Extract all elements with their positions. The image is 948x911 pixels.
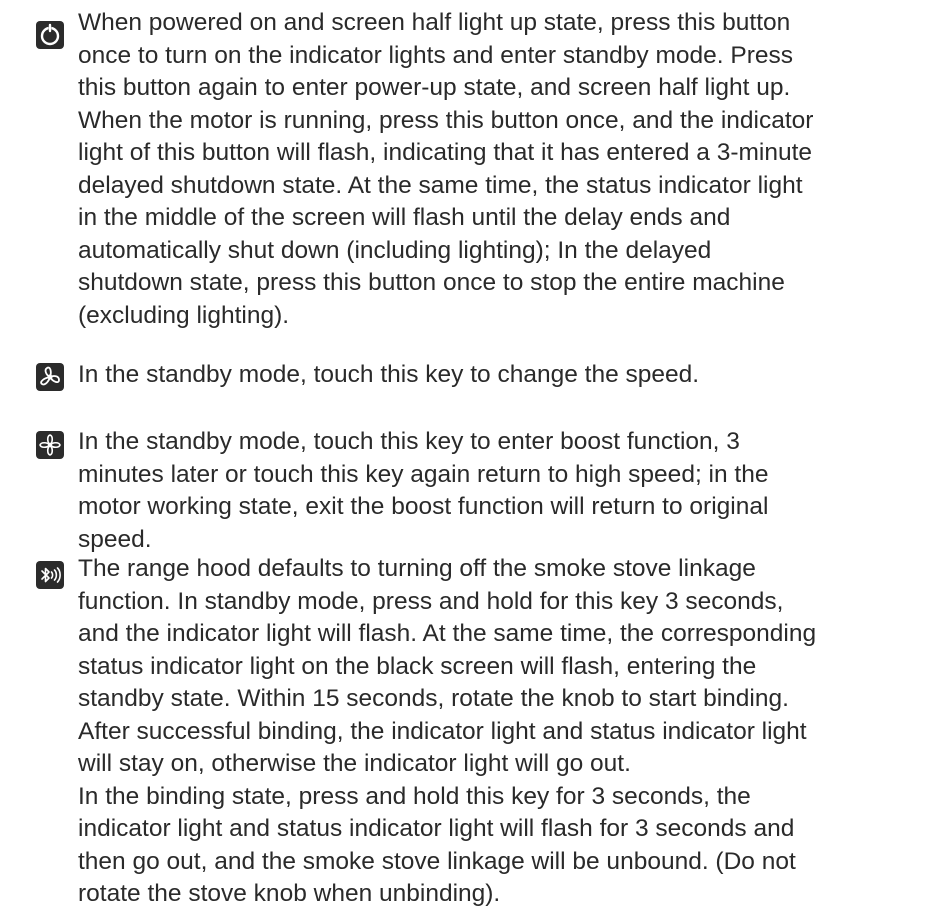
text-line: will stay on, otherwise the indicator li… [78,750,631,777]
text-line: When powered on and screen half light up… [78,9,791,36]
text-line: When the motor is running, press this bu… [78,106,814,134]
text-line: motor working state, exit the boost func… [78,493,769,520]
bluetooth-linkage-icon [36,561,64,589]
text-line: and the indicator light will flash. At t… [78,620,817,647]
text-line: shutdown state, press this button once t… [78,269,785,296]
text-line: minutes later or touch this key again re… [78,460,769,488]
text-line: standby state. Within 15 seconds, rotate… [78,685,789,712]
text-line: indicator light and status indicator lig… [78,815,795,842]
boost-fan-icon [36,431,64,459]
text-line: In the standby mode, touch this key to e… [78,428,740,455]
text-line: After successful binding, the indicator … [78,717,807,745]
text-line: rotate the stove knob when unbinding). [78,880,501,907]
text-line: then go out, and the smoke stove linkage… [78,847,796,875]
fan-speed-icon [36,363,64,391]
text-line: (excluding lighting). [78,301,290,329]
text-line: in the middle of the screen will flash u… [78,204,731,231]
instruction-text: When powered on and screen half light up… [78,7,948,332]
text-line: delayed shutdown state. At the same time… [78,171,803,199]
text-line: this button again to enter power-up stat… [78,74,791,101]
text-line: function. In standby mode, press and hol… [78,587,784,615]
text-line: speed. [78,525,152,553]
instruction-text: In the standby mode, touch this key to c… [78,359,948,392]
text-line: once to turn on the indicator lights and… [78,41,794,69]
text-line: automatically shut down (including light… [78,236,712,264]
power-icon [36,21,64,49]
text-line: In the standby mode, touch this key to c… [78,361,700,388]
text-line: light of this button will flash, indicat… [78,139,813,166]
text-line: The range hood defaults to turning off t… [78,555,756,582]
text-line: In the binding state, press and hold thi… [78,782,751,810]
text-line: status indicator light on the black scre… [78,652,757,680]
instruction-text: In the standby mode, touch this key to e… [78,426,948,556]
instruction-text: The range hood defaults to turning off t… [78,553,948,911]
